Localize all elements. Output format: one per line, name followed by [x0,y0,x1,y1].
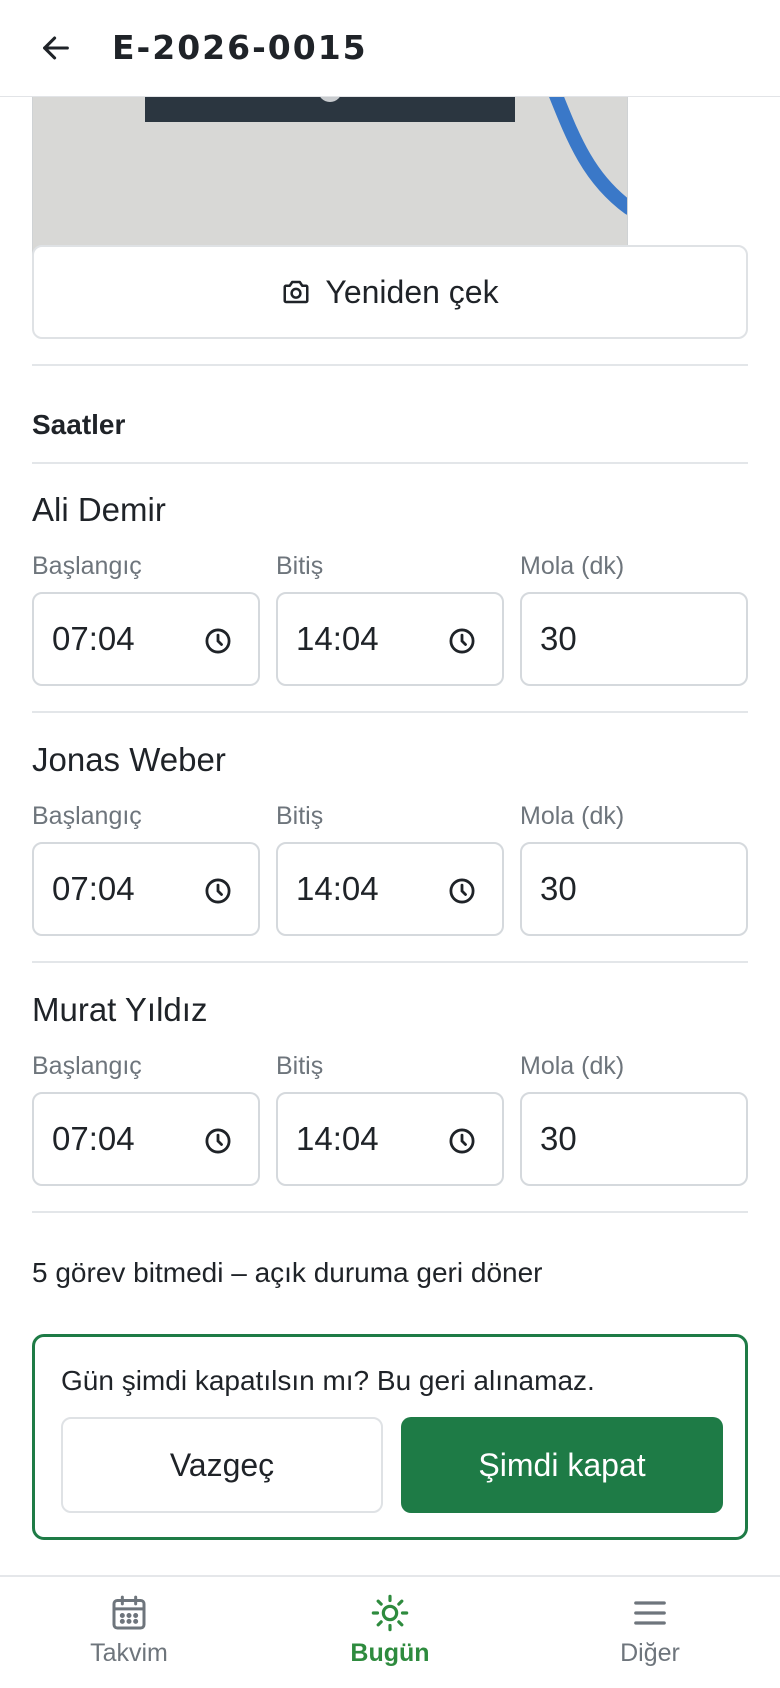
nav-item-more[interactable]: Diğer [570,1593,730,1681]
break-minutes-field[interactable]: 30 [520,1092,748,1186]
divider [32,364,748,366]
divider [32,1211,748,1213]
end-time-value: 14:04 [296,620,379,657]
scroll-content[interactable]: Yeniden çek Saatler Ali Demir Başlangıç … [0,97,780,1575]
close-now-button[interactable]: Şimdi kapat [401,1417,723,1513]
close-day-confirmation: Gün şimdi kapatılsın mı? Bu geri alınama… [32,1334,748,1540]
app-header: E-2026-0015 [0,0,780,97]
clock-icon [205,878,231,904]
break-minutes-value: 30 [540,870,577,907]
break-minutes-value: 30 [540,620,577,657]
break-label: Mola (dk) [520,552,625,580]
nav-label-more: Diğer [620,1639,680,1667]
end-time-field[interactable]: 14:04 [276,842,504,936]
arrow-left-icon [43,36,69,60]
break-label: Mola (dk) [520,1052,625,1080]
break-label: Mola (dk) [520,802,625,830]
bottom-navigation: Takvim Bugün Diğer [0,1575,780,1688]
end-label: Bitiş [276,802,324,830]
retake-photo-button[interactable]: Yeniden çek [32,245,748,339]
divider [32,961,748,963]
camera-icon [283,280,309,304]
nav-label-today: Bugün [350,1639,430,1667]
start-time-field[interactable]: 07:04 [32,842,260,936]
clock-icon [449,628,475,654]
clock-icon [449,878,475,904]
start-time-value: 07:04 [52,1120,135,1157]
start-label: Başlangıç [32,552,142,580]
worker-name: Ali Demir [32,491,166,528]
start-time-field[interactable]: 07:04 [32,1092,260,1186]
calendar-icon [112,1595,146,1630]
cancel-button[interactable]: Vazgeç [61,1417,383,1513]
retake-photo-label: Yeniden çek [325,273,499,310]
sun-icon [371,1594,409,1632]
nav-label-calendar: Takvim [90,1639,168,1667]
end-time-value: 14:04 [296,1120,379,1157]
end-time-value: 14:04 [296,870,379,907]
start-label: Başlangıç [32,802,142,830]
end-label: Bitiş [276,552,324,580]
start-time-field[interactable]: 07:04 [32,592,260,686]
break-minutes-field[interactable]: 30 [520,842,748,936]
end-label: Bitiş [276,1052,324,1080]
break-minutes-field[interactable]: 30 [520,592,748,686]
clock-icon [205,1128,231,1154]
back-button[interactable] [34,26,78,70]
break-minutes-value: 30 [540,1120,577,1157]
confirmation-question: Gün şimdi kapatılsın mı? Bu geri alınama… [61,1365,595,1396]
menu-icon [634,1601,666,1625]
clock-icon [205,628,231,654]
start-label: Başlangıç [32,1052,142,1080]
end-time-field[interactable]: 14:04 [276,592,504,686]
divider [32,462,748,464]
end-time-field[interactable]: 14:04 [276,1092,504,1186]
page-title: E-2026-0015 [112,28,368,67]
start-time-value: 07:04 [52,870,135,907]
worker-name: Murat Yıldız [32,991,208,1028]
nav-item-calendar[interactable]: Takvim [49,1593,209,1681]
section-title-hours: Saatler [32,409,126,440]
worker-name: Jonas Weber [32,741,226,778]
start-time-value: 07:04 [52,620,135,657]
clock-icon [449,1128,475,1154]
open-tasks-notice: 5 görev bitmedi – açık duruma geri döner [32,1257,543,1288]
nav-item-today[interactable]: Bugün [310,1593,470,1681]
divider [32,711,748,713]
